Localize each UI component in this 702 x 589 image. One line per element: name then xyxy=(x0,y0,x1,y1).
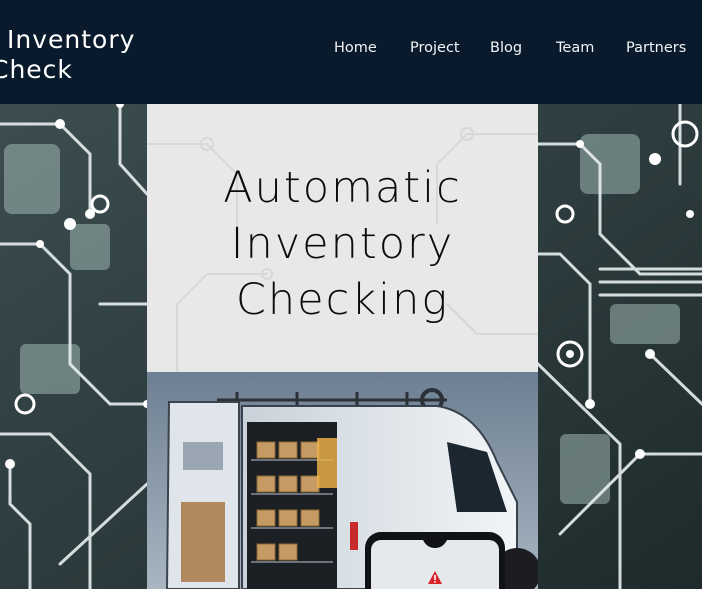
nav-project[interactable]: Project xyxy=(410,38,460,58)
hero-illustration xyxy=(147,372,538,589)
hero-title: Automatic Inventory Checking xyxy=(147,160,538,328)
hero-title-line-2: Inventory xyxy=(230,219,455,269)
warning-icon xyxy=(428,571,442,584)
nav-partners[interactable]: Partners xyxy=(626,38,686,58)
main-nav: Home Project Blog Team Partners xyxy=(0,38,702,60)
nav-team[interactable]: Team xyxy=(556,38,594,58)
site-header: Inventory Check Home Project Blog Team P… xyxy=(0,0,702,104)
nav-blog[interactable]: Blog xyxy=(490,38,522,58)
hero-card: Automatic Inventory Checking xyxy=(147,104,538,372)
hero-title-line-3: Checking xyxy=(235,275,450,325)
van-illustration xyxy=(147,372,538,589)
nav-home[interactable]: Home xyxy=(334,38,377,58)
hero-title-line-1: Automatic xyxy=(223,163,462,213)
